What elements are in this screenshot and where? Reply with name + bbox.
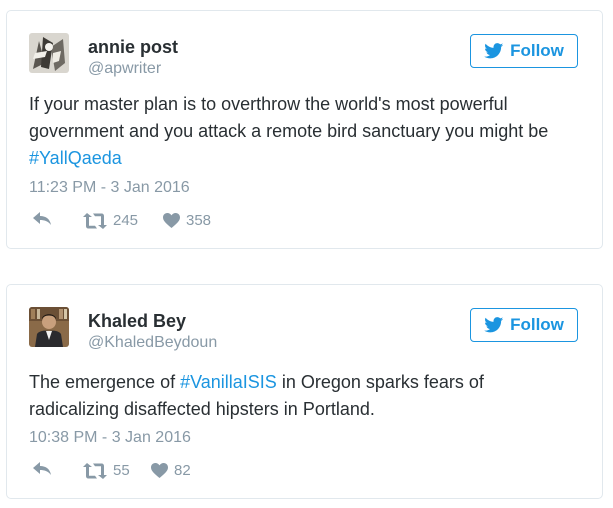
tweet-text-segment: in Oregon sparks fears of <box>276 372 484 392</box>
hashtag-link[interactable]: #VanillaISIS <box>180 372 277 392</box>
tweet-card: Khaled Bey @KhaledBeydoun Follow The eme… <box>6 284 603 499</box>
avatar[interactable] <box>29 307 69 347</box>
tweet-text: The emergence of #VanillaISIS in Oregon … <box>29 369 589 423</box>
like-button[interactable]: 358 <box>163 212 211 229</box>
author-name[interactable]: Khaled Bey <box>88 311 186 332</box>
reply-button[interactable] <box>33 462 52 476</box>
tweet-text-line: If your master plan is to overthrow the … <box>29 94 508 114</box>
retweet-icon <box>83 462 107 479</box>
retweet-count: 55 <box>113 462 130 479</box>
follow-label: Follow <box>510 315 564 334</box>
reply-icon <box>33 462 51 475</box>
follow-button[interactable]: Follow <box>470 308 578 342</box>
like-button[interactable]: 82 <box>151 462 191 479</box>
retweet-button[interactable]: 55 <box>83 462 130 479</box>
tweet-timestamp[interactable]: 10:38 PM - 3 Jan 2016 <box>29 429 191 447</box>
author-name[interactable]: annie post <box>88 37 178 58</box>
tweet-timestamp[interactable]: 11:23 PM - 3 Jan 2016 <box>29 179 190 197</box>
follow-button[interactable]: Follow <box>470 34 578 68</box>
like-count: 358 <box>186 212 212 229</box>
avatar[interactable] <box>29 33 69 73</box>
retweet-button[interactable]: 245 <box>83 212 138 229</box>
tweet-text-line: radicalizing disaffected hipsters in Por… <box>29 399 375 419</box>
author-handle[interactable]: @apwriter <box>88 60 161 78</box>
tweet-text-line: government and you attack a remote bird … <box>29 121 549 141</box>
follow-label: Follow <box>510 41 564 60</box>
heart-icon <box>151 463 168 478</box>
tweet-text-segment: The emergence of <box>29 372 181 392</box>
retweet-icon <box>83 212 107 229</box>
twitter-bird-icon <box>484 317 504 333</box>
retweet-count: 245 <box>113 212 139 229</box>
like-count: 82 <box>174 462 191 479</box>
reply-icon <box>33 212 51 225</box>
tweet-card: annie post @apwriter Follow If your mast… <box>6 10 603 249</box>
heart-icon <box>163 213 180 228</box>
author-handle[interactable]: @KhaledBeydoun <box>88 334 217 352</box>
tweet-text: If your master plan is to overthrow the … <box>29 91 589 172</box>
reply-button[interactable] <box>33 212 52 226</box>
twitter-bird-icon <box>484 43 504 59</box>
hashtag-link[interactable]: #YallQaeda <box>29 148 122 168</box>
